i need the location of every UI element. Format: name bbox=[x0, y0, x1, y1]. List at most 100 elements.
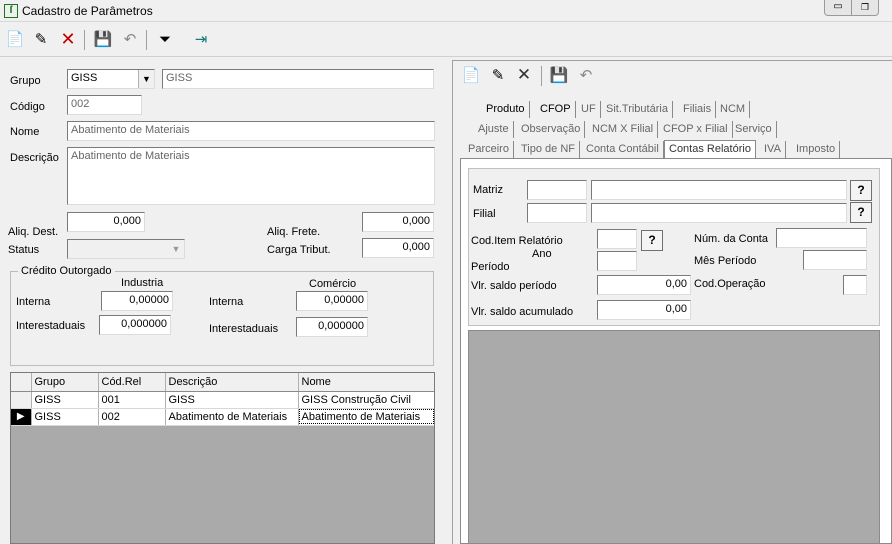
aliq-frete-field[interactable]: 0,000 bbox=[362, 212, 434, 232]
column-header-cod-rel[interactable]: Cód.Rel bbox=[98, 373, 166, 392]
grid-header-row: Grupo Cód.Rel Descrição Nome bbox=[11, 373, 434, 392]
credito-outorgado-group bbox=[10, 271, 434, 366]
exit-icon[interactable]: ⇥ bbox=[190, 28, 212, 50]
undo-icon[interactable]: ↶ bbox=[575, 64, 597, 86]
toolbar-separator bbox=[541, 66, 542, 86]
aliq-frete-label: Aliq. Frete. bbox=[267, 226, 321, 238]
cod-item-relatorio-field[interactable] bbox=[597, 229, 637, 249]
tab-cfop[interactable]: CFOP bbox=[536, 101, 576, 118]
grupo-label: Grupo bbox=[10, 75, 41, 87]
tab-ajuste[interactable]: Ajuste bbox=[474, 121, 514, 138]
window-title: Cadastro de Parâmetros bbox=[22, 4, 153, 18]
filial-name-field[interactable] bbox=[591, 203, 847, 223]
save-icon[interactable]: 💾 bbox=[92, 28, 114, 50]
num-conta-field[interactable] bbox=[776, 228, 867, 248]
tab-uf[interactable]: UF bbox=[577, 101, 601, 118]
tab-filiais[interactable]: Filiais bbox=[679, 101, 717, 118]
column-header-nome[interactable]: Nome bbox=[298, 373, 434, 392]
comercio-interna-field[interactable]: 0,00000 bbox=[296, 291, 368, 311]
cod-item-help-button[interactable]: ? bbox=[641, 230, 663, 251]
title-bar: ſ Cadastro de Parâmetros ▭ ❐ bbox=[0, 0, 892, 22]
tab-conta-contabil[interactable]: Conta Contábil bbox=[582, 141, 664, 158]
carga-tribut-label: Carga Tribut. bbox=[267, 244, 331, 256]
records-grid: Grupo Cód.Rel Descrição Nome GISS 001 GI… bbox=[10, 372, 435, 544]
cod-item-relatorio-label: Cod.Item Relatório bbox=[471, 235, 563, 247]
cell-nome[interactable]: GISS Construção Civil bbox=[298, 391, 434, 409]
toolbar-separator bbox=[146, 30, 147, 50]
maximize-button[interactable]: ❐ bbox=[851, 0, 879, 16]
tab-ncm-x-filial[interactable]: NCM X Filial bbox=[588, 121, 659, 138]
filter-icon[interactable]: ⏷ bbox=[154, 28, 176, 50]
vlr-saldo-acumulado-label: Vlr. saldo acumulado bbox=[471, 306, 574, 318]
cod-operacao-field[interactable] bbox=[843, 275, 867, 295]
mes-periodo-label: Mês Período bbox=[694, 255, 757, 267]
tab-parceiro[interactable]: Parceiro bbox=[464, 141, 514, 158]
mes-periodo-field[interactable] bbox=[803, 250, 867, 270]
ano-periodo-field[interactable] bbox=[597, 251, 637, 271]
minimize-button[interactable]: ▭ bbox=[824, 0, 852, 16]
cell-descricao[interactable]: GISS bbox=[165, 391, 299, 409]
vlr-saldo-acumulado-field[interactable]: 0,00 bbox=[597, 300, 691, 320]
new-document-icon[interactable]: 📄 bbox=[460, 64, 482, 86]
aliq-dest-field[interactable]: 0,000 bbox=[67, 212, 145, 232]
matriz-help-button[interactable]: ? bbox=[850, 180, 872, 201]
save-icon[interactable]: 💾 bbox=[548, 64, 570, 86]
codigo-label: Código bbox=[10, 101, 45, 113]
tab-cfop-x-filial[interactable]: CFOP x Filial bbox=[659, 121, 733, 138]
matriz-label: Matriz bbox=[473, 184, 503, 196]
app-icon: ſ bbox=[4, 4, 18, 18]
interestaduais-label: Interestaduais bbox=[16, 320, 86, 332]
tab-iva[interactable]: IVA bbox=[760, 141, 786, 158]
column-header-grupo[interactable]: Grupo bbox=[31, 373, 99, 392]
undo-icon[interactable]: ↶ bbox=[119, 28, 141, 50]
comercio-interestaduais-field[interactable]: 0,000000 bbox=[296, 317, 368, 337]
tab-sit-tributaria[interactable]: Sit.Tributária bbox=[602, 101, 673, 118]
descricao-textarea[interactable]: Abatimento de Materiais bbox=[67, 147, 435, 205]
vlr-saldo-periodo-field[interactable]: 0,00 bbox=[597, 275, 691, 295]
tab-contas-relatorio[interactable]: Contas Relatório bbox=[664, 140, 756, 159]
industria-header: Industria bbox=[121, 277, 164, 289]
cell-grupo[interactable]: GISS bbox=[31, 391, 99, 409]
industria-interna-field[interactable]: 0,00000 bbox=[101, 291, 173, 311]
chevron-down-icon[interactable]: ▼ bbox=[168, 240, 184, 258]
chevron-down-icon[interactable]: ▼ bbox=[138, 70, 154, 88]
table-row[interactable]: GISS 001 GISS GISS Construção Civil bbox=[11, 391, 434, 409]
vlr-saldo-periodo-label: Vlr. saldo período bbox=[471, 280, 557, 292]
toolbar-separator bbox=[84, 30, 85, 50]
codigo-field[interactable]: 002 bbox=[67, 95, 142, 115]
tab-servico[interactable]: Serviço bbox=[731, 121, 777, 138]
grupo-description-field[interactable]: GISS bbox=[162, 69, 434, 89]
descricao-label: Descrição bbox=[10, 152, 59, 164]
grupo-select[interactable]: GISS ▼ bbox=[67, 69, 155, 89]
filial-label: Filial bbox=[473, 208, 496, 220]
new-document-icon[interactable]: 📄 bbox=[4, 28, 26, 50]
edit-icon[interactable]: ✎ bbox=[30, 28, 52, 50]
filial-code-field[interactable] bbox=[527, 203, 587, 223]
industria-interestaduais-field[interactable]: 0,000000 bbox=[99, 315, 171, 335]
cell-cod-rel[interactable]: 002 bbox=[98, 408, 166, 426]
delete-icon[interactable]: ✕ bbox=[57, 28, 79, 50]
filial-help-button[interactable]: ? bbox=[850, 202, 872, 223]
matriz-code-field[interactable] bbox=[527, 180, 587, 200]
tab-observacao[interactable]: Observação bbox=[517, 121, 586, 138]
comercio-interna-label: Interna bbox=[209, 296, 244, 308]
row-indicator-header bbox=[11, 373, 32, 392]
cod-operacao-label: Cod.Operação bbox=[694, 278, 766, 290]
edit-icon[interactable]: ✎ bbox=[487, 64, 509, 86]
cell-grupo[interactable]: GISS bbox=[31, 408, 99, 426]
cell-nome[interactable]: Abatimento de Materiais bbox=[298, 408, 434, 426]
delete-icon[interactable]: ✕ bbox=[513, 64, 535, 86]
nome-field[interactable]: Abatimento de Materiais bbox=[67, 121, 435, 141]
ano-label: Ano bbox=[532, 248, 552, 260]
tab-tipo-de-nf[interactable]: Tipo de NF bbox=[517, 141, 581, 158]
carga-tribut-field[interactable]: 0,000 bbox=[362, 238, 434, 258]
cell-descricao[interactable]: Abatimento de Materiais bbox=[165, 408, 299, 426]
status-select[interactable]: ▼ bbox=[67, 239, 185, 259]
tab-produto[interactable]: Produto bbox=[482, 101, 530, 118]
matriz-name-field[interactable] bbox=[591, 180, 847, 200]
table-row[interactable]: ▶ GISS 002 Abatimento de Materiais Abati… bbox=[11, 408, 434, 426]
tab-imposto[interactable]: Imposto bbox=[792, 141, 841, 158]
cell-cod-rel[interactable]: 001 bbox=[98, 391, 166, 409]
column-header-descricao[interactable]: Descrição bbox=[165, 373, 299, 392]
tab-ncm[interactable]: NCM bbox=[716, 101, 751, 118]
